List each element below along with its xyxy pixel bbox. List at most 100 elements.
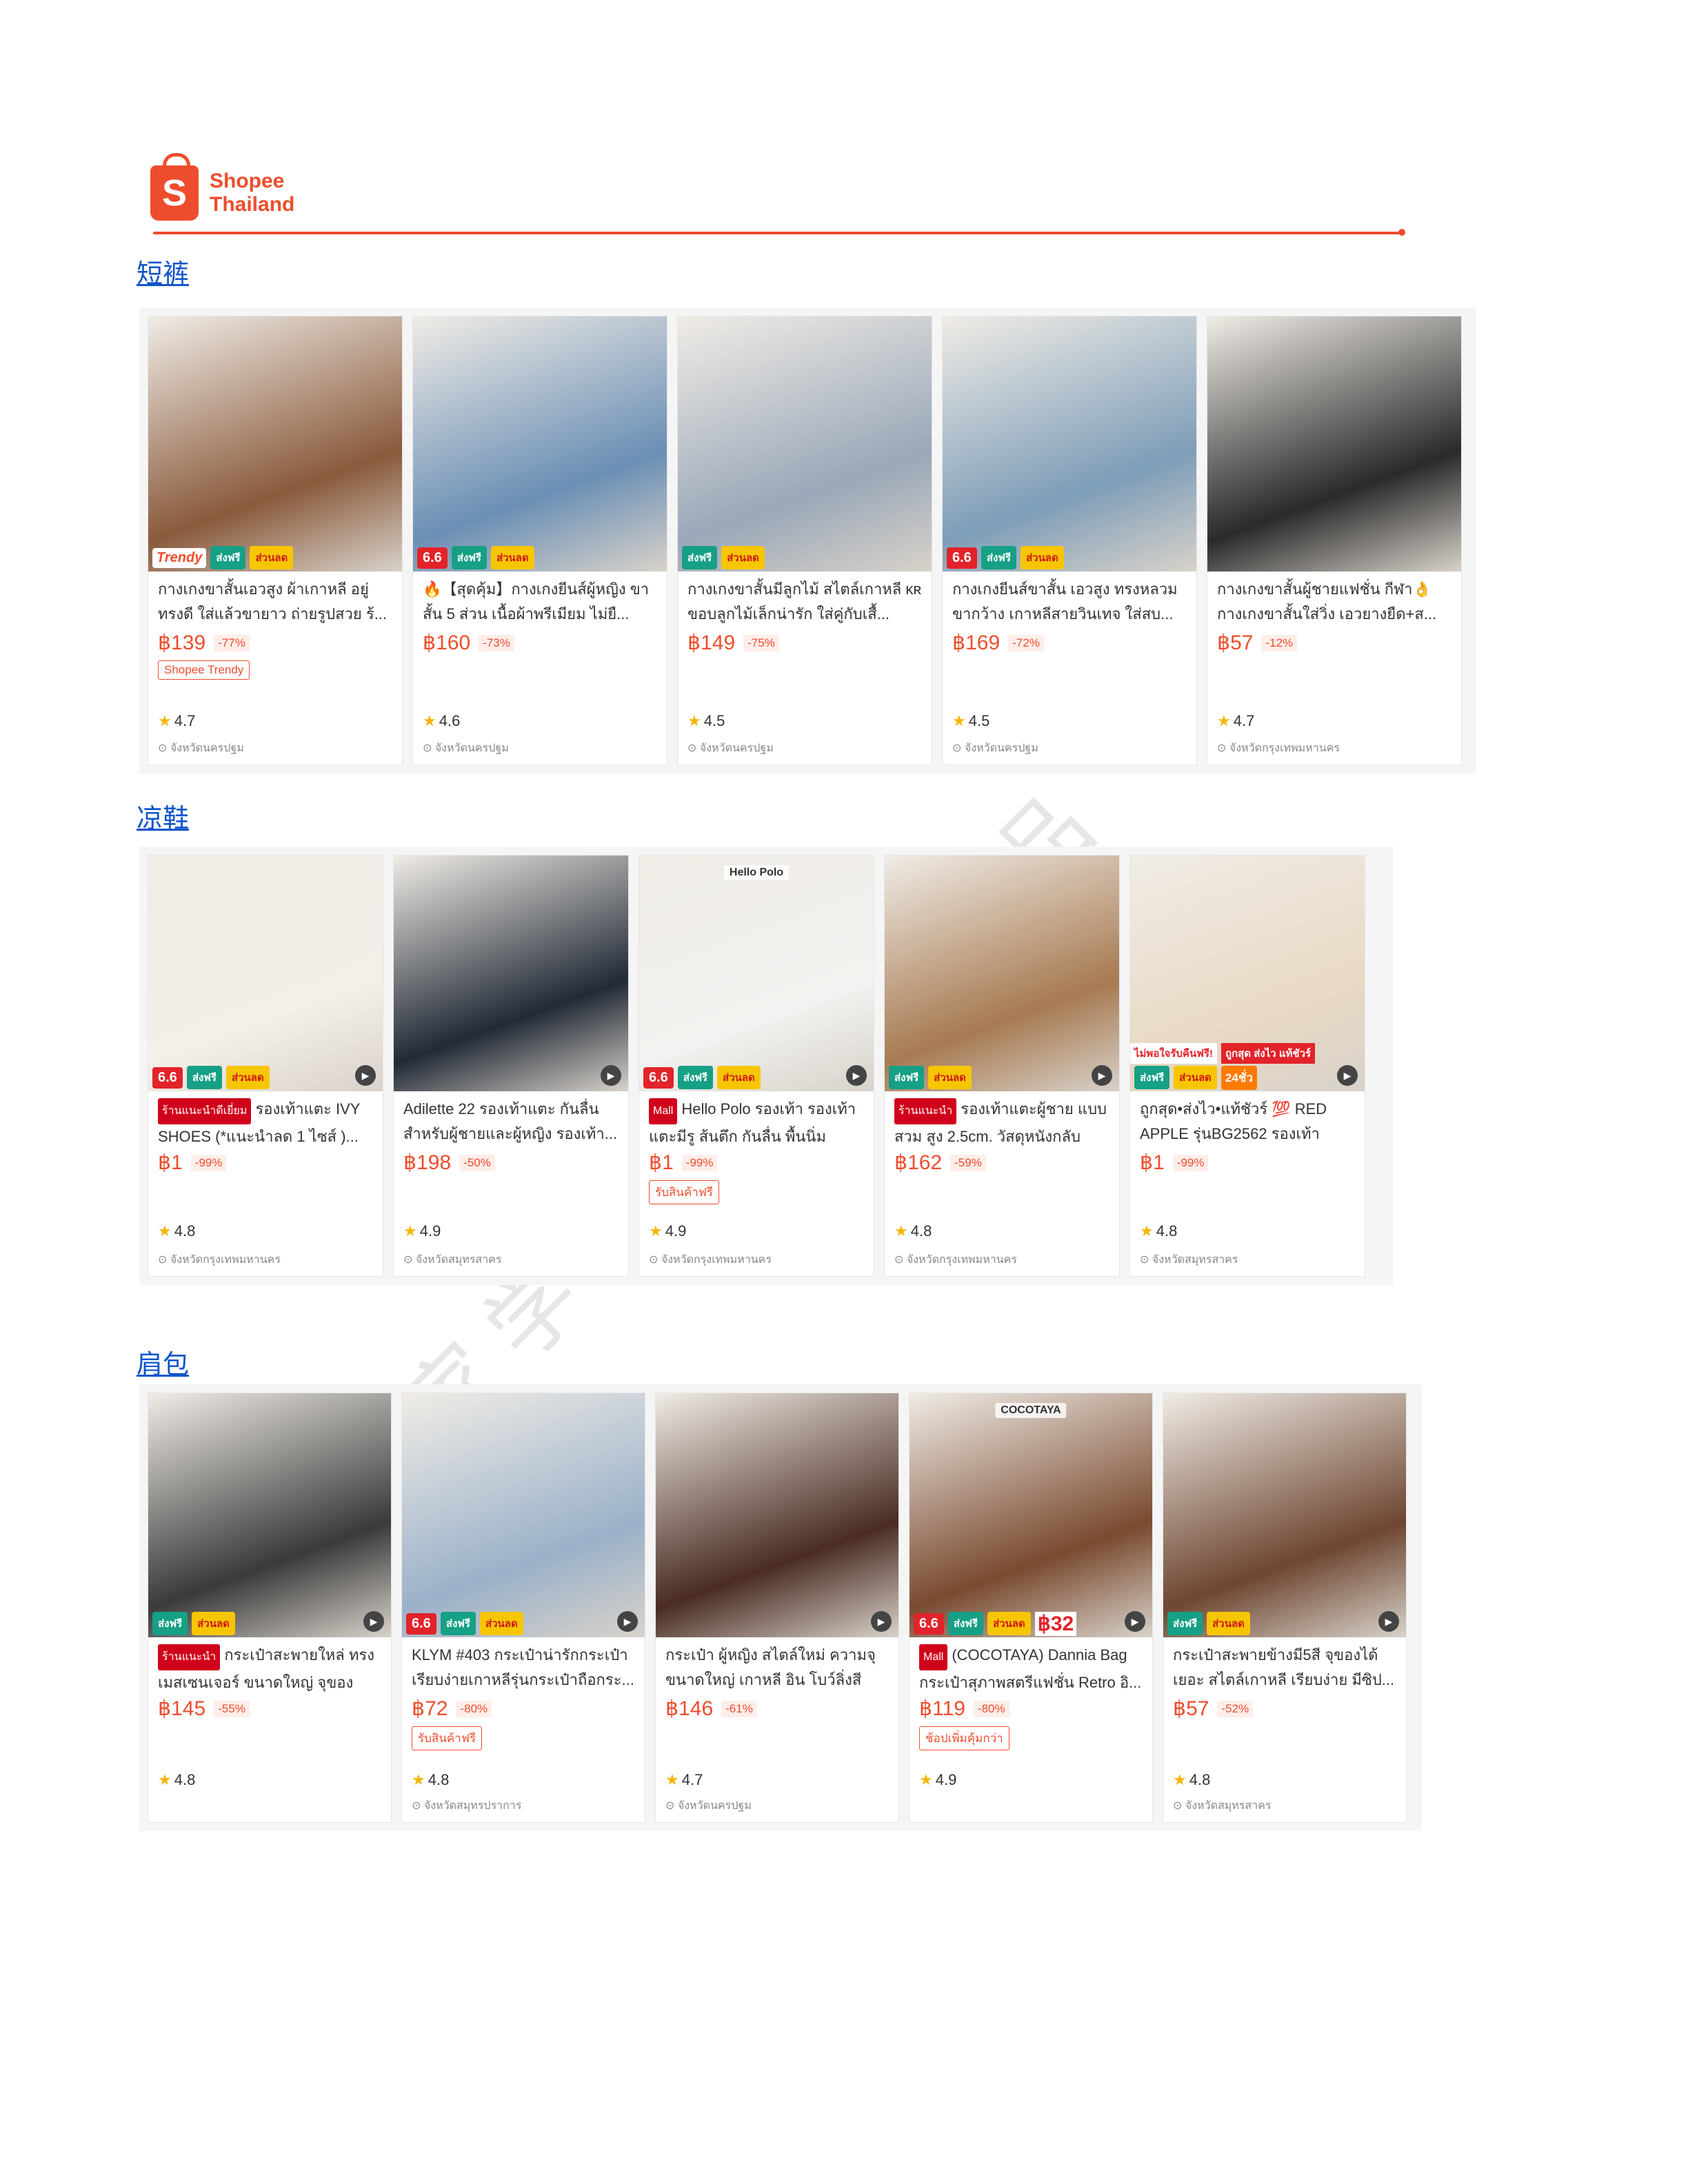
product-image[interactable] bbox=[1207, 316, 1461, 572]
section-link-shoulder-bags[interactable]: 肩包 bbox=[137, 1343, 189, 1381]
location-pin-icon: ⊙ bbox=[1173, 1800, 1185, 1812]
product-title[interactable]: ถูกสุด•ส่งไว•แท้ชัวร์ 💯 RED APPLE รุ่นBG… bbox=[1130, 1091, 1365, 1146]
star-icon: ★ bbox=[158, 1222, 172, 1240]
star-icon: ★ bbox=[1140, 1222, 1154, 1240]
location-pin-icon: ⊙ bbox=[952, 742, 965, 754]
promo-badges: ส่งฟรี ส่วนลด 24ชั่ว bbox=[1130, 1064, 1365, 1091]
video-play-icon[interactable]: ▶ bbox=[1092, 1065, 1112, 1086]
product-rating: ★ 4.9 bbox=[403, 1222, 441, 1240]
product-photo bbox=[413, 316, 667, 572]
product-image[interactable]: 6.6 ส่งฟรี ส่วนลด ▶ bbox=[402, 1393, 645, 1637]
product-title[interactable]: กางเกงขาสั้นผู้ชายแฟชั่น กีฬา👌 กางเกงขาส… bbox=[1207, 572, 1461, 627]
product-title[interactable]: KLYM #403 กระเป๋าน่ารักกระเป๋าเรียบง่ายเ… bbox=[402, 1637, 645, 1692]
product-title[interactable]: Mall (COCOTAYA) Dannia Bag กระเป๋าสุภาพสต… bbox=[910, 1637, 1152, 1692]
video-play-icon[interactable]: ▶ bbox=[846, 1065, 867, 1086]
price-line: ฿57 -52% bbox=[1163, 1692, 1406, 1721]
star-icon: ★ bbox=[412, 1771, 425, 1788]
video-play-icon[interactable]: ▶ bbox=[355, 1065, 376, 1086]
location-pin-icon: ⊙ bbox=[1217, 742, 1229, 754]
price-line: ฿119 -80% bbox=[910, 1692, 1152, 1721]
product-title[interactable]: Mall Hello Polo รองเท้า รองเท้าแตะมีรู ส้… bbox=[639, 1091, 874, 1146]
product-image[interactable]: 6.6 ส่งฟรี ส่วนลด ▶ bbox=[148, 856, 383, 1091]
product-title[interactable]: 🔥【สุดคุ้ม】กางเกงยีนส์ผู้หญิง ขาสั้น 5 ส่… bbox=[413, 572, 667, 627]
price-line: ฿160 -73% bbox=[413, 627, 667, 655]
promo-badges: Trendy ส่งฟรี ส่วนลด bbox=[148, 544, 402, 572]
product-image[interactable]: ไม่พอใจรับคืนฟรี! ถูกสุด ส่งไว แท้ชัวร์ ส่… bbox=[1130, 856, 1365, 1091]
product-card[interactable]: 6.6 ส่งฟรี ส่วนลด กางเกงยีนส์ขาสั้น เอวสูง … bbox=[942, 316, 1197, 765]
product-image[interactable]: COCOTAYA 6.6 ส่งฟรี ส่วนลด ฿32 ▶ bbox=[910, 1393, 1152, 1637]
section-link-sandals[interactable]: 凉鞋 bbox=[137, 797, 189, 835]
product-card[interactable]: กางเกงขาสั้นผู้ชายแฟชั่น กีฬา👌 กางเกงขาส… bbox=[1207, 316, 1462, 765]
product-title[interactable]: กางเกงยีนส์ขาสั้น เอวสูง ทรงหลวม ขากว้าง… bbox=[943, 572, 1196, 627]
product-tag: ช้อปเพิ่มคุ้มกว่า bbox=[919, 1726, 1009, 1750]
video-play-icon[interactable]: ▶ bbox=[601, 1065, 621, 1086]
product-title[interactable]: ร้านแนะนำ กระเป๋าสะพายใหล่ ทรงเมสเซนเจอร์… bbox=[148, 1637, 391, 1692]
product-card[interactable]: ▶ กระเป๋า ผู้หญิง สไตล์ใหม่ ความจุขนาดใหญ… bbox=[655, 1393, 899, 1823]
product-image[interactable]: ▶ bbox=[394, 856, 628, 1091]
product-card[interactable]: 6.6 ส่งฟรี ส่วนลด ▶ ร้านแนะนำดีเยี่ยม รองเท้า… bbox=[148, 855, 383, 1277]
star-icon: ★ bbox=[423, 712, 436, 729]
product-rating: ★ 4.9 bbox=[919, 1771, 956, 1789]
product-title[interactable]: กระเป๋าสะพายข้างมี5สี จุของได้เยอะ สไตล์… bbox=[1163, 1637, 1406, 1692]
star-icon: ★ bbox=[1217, 712, 1231, 729]
product-rating: ★ 4.8 bbox=[412, 1771, 449, 1789]
discount-percent: -80% bbox=[456, 1700, 492, 1717]
product-card[interactable]: 6.6 ส่งฟรี ส่วนลด 🔥【สุดคุ้ม】กางเกงยีนส์ผู้ห… bbox=[412, 316, 667, 765]
product-card[interactable]: ไม่พอใจรับคืนฟรี! ถูกสุด ส่งไว แท้ชัวร์ ส่… bbox=[1129, 855, 1365, 1277]
product-title[interactable]: Adilette 22 รองเท้าแตะ กันลื่น สำหรับผู้… bbox=[394, 1091, 628, 1146]
product-card[interactable]: ส่งฟรี ส่วนลด ▶ ร้านแนะนำ รองเท้าแตะผู้ชาย แ… bbox=[884, 855, 1120, 1277]
logo-line1: Shopee bbox=[210, 170, 285, 192]
product-title[interactable]: กางเกงขาสั้นมีลูกไม้ สไตล์เกาหลี ᴋʀ ขอบล… bbox=[678, 572, 932, 627]
discount-percent: -73% bbox=[479, 634, 514, 651]
promo-badges bbox=[656, 1610, 898, 1637]
product-title[interactable]: ร้านแนะนำ รองเท้าแตะผู้ชาย แบบสวม สูง 2.5… bbox=[885, 1091, 1119, 1146]
product-price: ฿162 bbox=[894, 1151, 943, 1174]
discount-percent: -99% bbox=[1172, 1154, 1209, 1171]
product-title[interactable]: กระเป๋า ผู้หญิง สไตล์ใหม่ ความจุขนาดใหญ่… bbox=[656, 1637, 898, 1692]
discount-badge: ส่วนลด bbox=[192, 1612, 235, 1635]
product-photo bbox=[148, 316, 402, 572]
product-title[interactable]: กางเกงขาสั้นเอวสูง ผ้าเกาหลี อยู่ทรงดี ใ… bbox=[148, 572, 402, 627]
product-image[interactable]: ส่งฟรี ส่วนลด ▶ bbox=[885, 856, 1119, 1091]
product-card[interactable]: ▶ Adilette 22 รองเท้าแตะ กันลื่น สำหรับผู… bbox=[393, 855, 629, 1277]
video-play-icon[interactable]: ▶ bbox=[617, 1611, 638, 1632]
section-link-shorts[interactable]: 短裤 bbox=[137, 252, 189, 290]
video-play-icon[interactable]: ▶ bbox=[1125, 1611, 1145, 1632]
video-play-icon[interactable]: ▶ bbox=[1378, 1611, 1399, 1632]
product-image[interactable]: ส่งฟรี ส่วนลด ▶ bbox=[1163, 1393, 1406, 1637]
product-rating: ★ 4.5 bbox=[952, 712, 989, 730]
product-row-bags: ส่งฟรี ส่วนลด ▶ ร้านแนะนำ กระเป๋าสะพายใหล่ ท… bbox=[139, 1384, 1422, 1831]
video-play-icon[interactable]: ▶ bbox=[871, 1611, 892, 1632]
product-image[interactable]: ส่งฟรี ส่วนลด bbox=[678, 316, 932, 572]
product-card[interactable]: Hello Polo 6.6 ส่งฟรี ส่วนลด ▶ Mall Hello Polo… bbox=[639, 855, 874, 1277]
product-card[interactable]: ส่งฟรี ส่วนลด กางเกงขาสั้นมีลูกไม้ สไตล์เก… bbox=[677, 316, 932, 765]
video-play-icon[interactable]: ▶ bbox=[363, 1611, 384, 1632]
product-card[interactable]: 6.6 ส่งฟรี ส่วนลด ▶ KLYM #403 กระเป๋าน่ารักก… bbox=[401, 1393, 645, 1823]
product-title-text: Adilette 22 รองเท้าแตะ กันลื่น สำหรับผู้… bbox=[403, 1100, 618, 1142]
promo-badges: 6.6 ส่งฟรี ส่วนลด bbox=[148, 1064, 383, 1091]
location-text: จังหวัดสมุทรสาคร bbox=[415, 1254, 502, 1266]
location-pin-icon: ⊙ bbox=[894, 1254, 907, 1266]
discount-percent: -12% bbox=[1261, 634, 1298, 651]
product-location: ⊙ จังหวัดสมุทรสาคร bbox=[1140, 1251, 1238, 1268]
free-shipping-badge: ส่งฟรี bbox=[186, 1066, 222, 1089]
product-card[interactable]: Trendy ส่งฟรี ส่วนลด กางเกงขาสั้นเอวสูง ผ้า… bbox=[148, 316, 403, 765]
discount-percent: -80% bbox=[973, 1700, 1009, 1717]
product-image[interactable]: Hello Polo 6.6 ส่งฟรี ส่วนลด ▶ bbox=[639, 856, 874, 1091]
product-image[interactable]: ส่งฟรี ส่วนลด ▶ bbox=[148, 1393, 391, 1637]
product-image[interactable]: 6.6 ส่งฟรี ส่วนลด bbox=[943, 316, 1196, 572]
location-text: จังหวัดกรุงเทพมหานคร bbox=[1229, 742, 1340, 754]
product-card[interactable]: COCOTAYA 6.6 ส่งฟรี ส่วนลด ฿32 ▶ Mall (COCOTAYA… bbox=[909, 1393, 1153, 1823]
promo-badges: 6.6 ส่งฟรี ส่วนลด bbox=[413, 544, 667, 572]
product-title[interactable]: ร้านแนะนำดีเยี่ยม รองเท้าแตะ IVY SHOES (*… bbox=[148, 1091, 383, 1146]
product-image[interactable]: Trendy ส่งฟรี ส่วนลด bbox=[148, 316, 402, 572]
free-shipping-badge: ส่งฟรี bbox=[682, 546, 718, 569]
product-card[interactable]: ส่งฟรี ส่วนลด ▶ กระเป๋าสะพายข้างมี5สี จุของ… bbox=[1163, 1393, 1407, 1823]
free-shipping-badge: ส่งฟรี bbox=[451, 546, 487, 569]
product-card[interactable]: ส่งฟรี ส่วนลด ▶ ร้านแนะนำ กระเป๋าสะพายใหล่ ท… bbox=[148, 1393, 392, 1823]
product-image[interactable]: ▶ bbox=[656, 1393, 898, 1637]
video-play-icon[interactable]: ▶ bbox=[1337, 1065, 1358, 1086]
product-photo bbox=[1207, 316, 1461, 572]
campaign-66-badge: 6.6 bbox=[914, 1612, 944, 1635]
product-image[interactable]: 6.6 ส่งฟรี ส่วนลด bbox=[413, 316, 667, 572]
